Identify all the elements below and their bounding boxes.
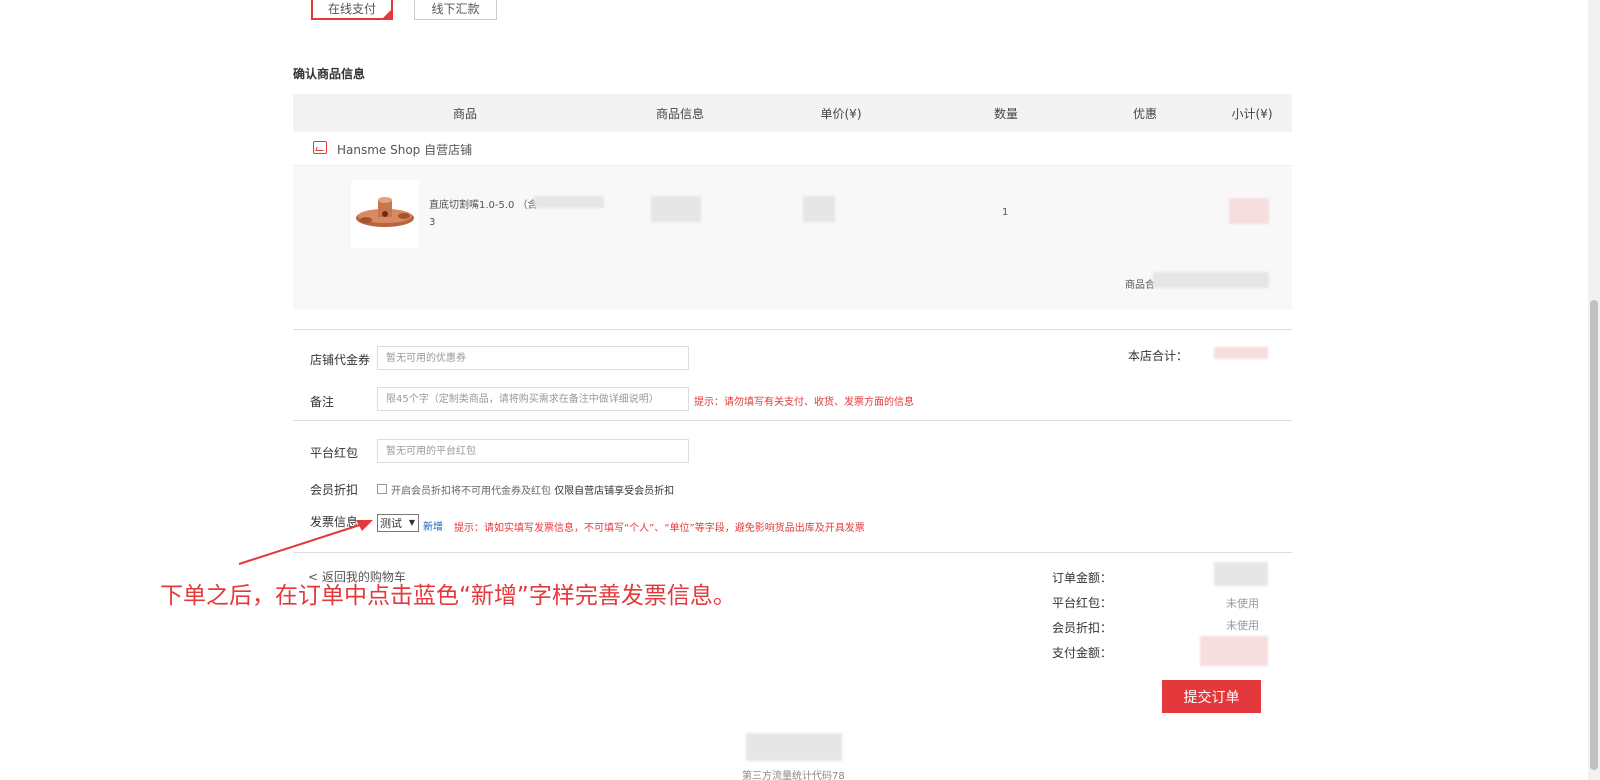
redacted-footer-block <box>746 733 842 761</box>
annotation-text: 下单之后，在订单中点击蓝色“新增”字样完善发票信息。 <box>160 583 736 609</box>
order-confirm-page: 在线支付 线下汇款 确认商品信息 商品 商品信息 单价(¥) 数量 优惠 小计(… <box>0 0 1600 780</box>
annotation-arrow-icon <box>238 520 373 565</box>
footer-text: 第三方流量统计代码78 <box>742 771 845 780</box>
scrollbar-thumb[interactable] <box>1590 300 1598 770</box>
